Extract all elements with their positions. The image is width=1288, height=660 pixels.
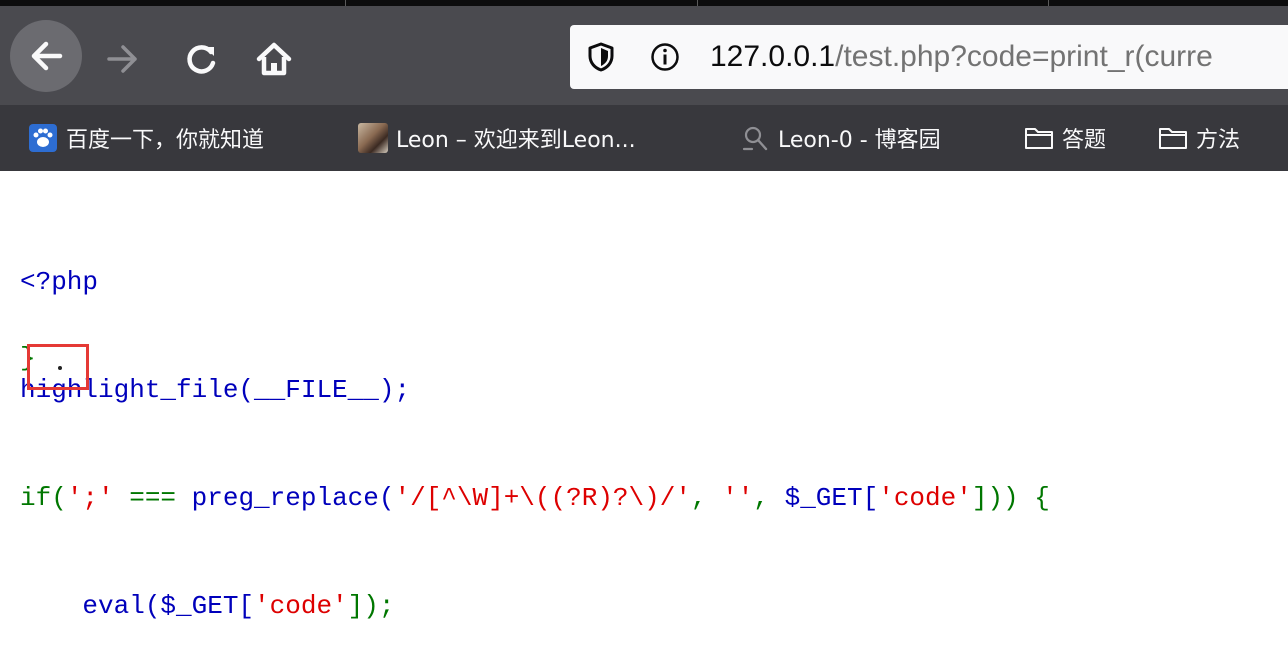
folder-icon xyxy=(1024,123,1054,153)
bookmark-leon[interactable]: Leon – 欢迎来到Leon... xyxy=(358,105,636,171)
code-token: ';' xyxy=(66,483,114,513)
code-token: 'code' xyxy=(254,591,348,621)
code-token: '' xyxy=(722,483,754,513)
shield-icon xyxy=(588,42,614,72)
back-button[interactable] xyxy=(10,20,82,92)
code-token: ]); xyxy=(347,591,395,621)
tracking-protection-button[interactable] xyxy=(584,40,618,74)
code-token: eval($_GET[ xyxy=(20,591,255,621)
bookmark-label: 百度一下，你就知道 xyxy=(66,128,265,153)
bookmark-label: 方法 xyxy=(1196,128,1241,153)
back-arrow-icon xyxy=(31,41,63,71)
code-token: <?php xyxy=(20,267,99,297)
bookmarks-toolbar: 百度一下，你就知道 Leon – 欢迎来到Leon... Leon-0 - 博客… xyxy=(0,105,1288,171)
code-line: eval($_GET['code']); xyxy=(20,588,1050,624)
navigation-toolbar: 127.0.0.1/test.php?code=print_r(curre xyxy=(0,6,1288,105)
code-token: === xyxy=(113,483,192,513)
home-icon xyxy=(256,42,292,76)
code-line: <?php xyxy=(20,264,1050,300)
php-source-code: <?php highlight_file(__FILE__); if(';' =… xyxy=(20,192,1050,660)
code-line: if(';' === preg_replace('/[^\W]+\((?R)?\… xyxy=(20,480,1050,516)
code-token: ])) { xyxy=(971,483,1050,513)
code-token: if( xyxy=(20,483,67,513)
output-dot xyxy=(58,366,62,370)
url-host: 127.0.0.1 xyxy=(710,40,836,73)
code-token: , xyxy=(753,483,785,513)
code-token: $_GET[ xyxy=(784,483,879,513)
bookmark-folder-methods[interactable]: 方法 xyxy=(1158,105,1240,171)
bookmark-baidu[interactable]: 百度一下，你就知道 xyxy=(28,105,264,171)
cnblogs-icon xyxy=(740,123,770,153)
info-icon xyxy=(651,43,679,71)
reload-icon xyxy=(187,45,216,74)
code-token: 'code' xyxy=(878,483,972,513)
code-token: , xyxy=(690,483,723,513)
code-token: preg_replace( xyxy=(191,483,395,513)
code-line: highlight_file(__FILE__); xyxy=(20,372,1050,408)
url-text[interactable]: 127.0.0.1/test.php?code=print_r(curre xyxy=(710,37,1213,77)
url-path: /test.php?code=print_r(curre xyxy=(835,40,1213,73)
bookmark-cnblogs[interactable]: Leon-0 - 博客园 xyxy=(740,105,941,171)
code-token: '/[^\W]+\((?R)?\)/' xyxy=(394,483,691,513)
forward-button[interactable] xyxy=(100,36,146,82)
bookmark-folder-answers[interactable]: 答题 xyxy=(1024,105,1106,171)
site-info-button[interactable] xyxy=(648,40,682,74)
forward-arrow-icon xyxy=(107,45,137,73)
reload-button[interactable] xyxy=(178,36,224,82)
home-button[interactable] xyxy=(248,36,300,82)
address-bar[interactable]: 127.0.0.1/test.php?code=print_r(curre xyxy=(570,25,1288,89)
avatar-icon xyxy=(358,123,388,153)
baidu-paw-icon xyxy=(28,123,58,153)
bookmark-label: Leon – 欢迎来到Leon... xyxy=(396,128,636,153)
folder-icon xyxy=(1158,123,1188,153)
bookmark-label: Leon-0 - 博客园 xyxy=(778,128,941,153)
bookmark-label: 答题 xyxy=(1062,128,1107,153)
